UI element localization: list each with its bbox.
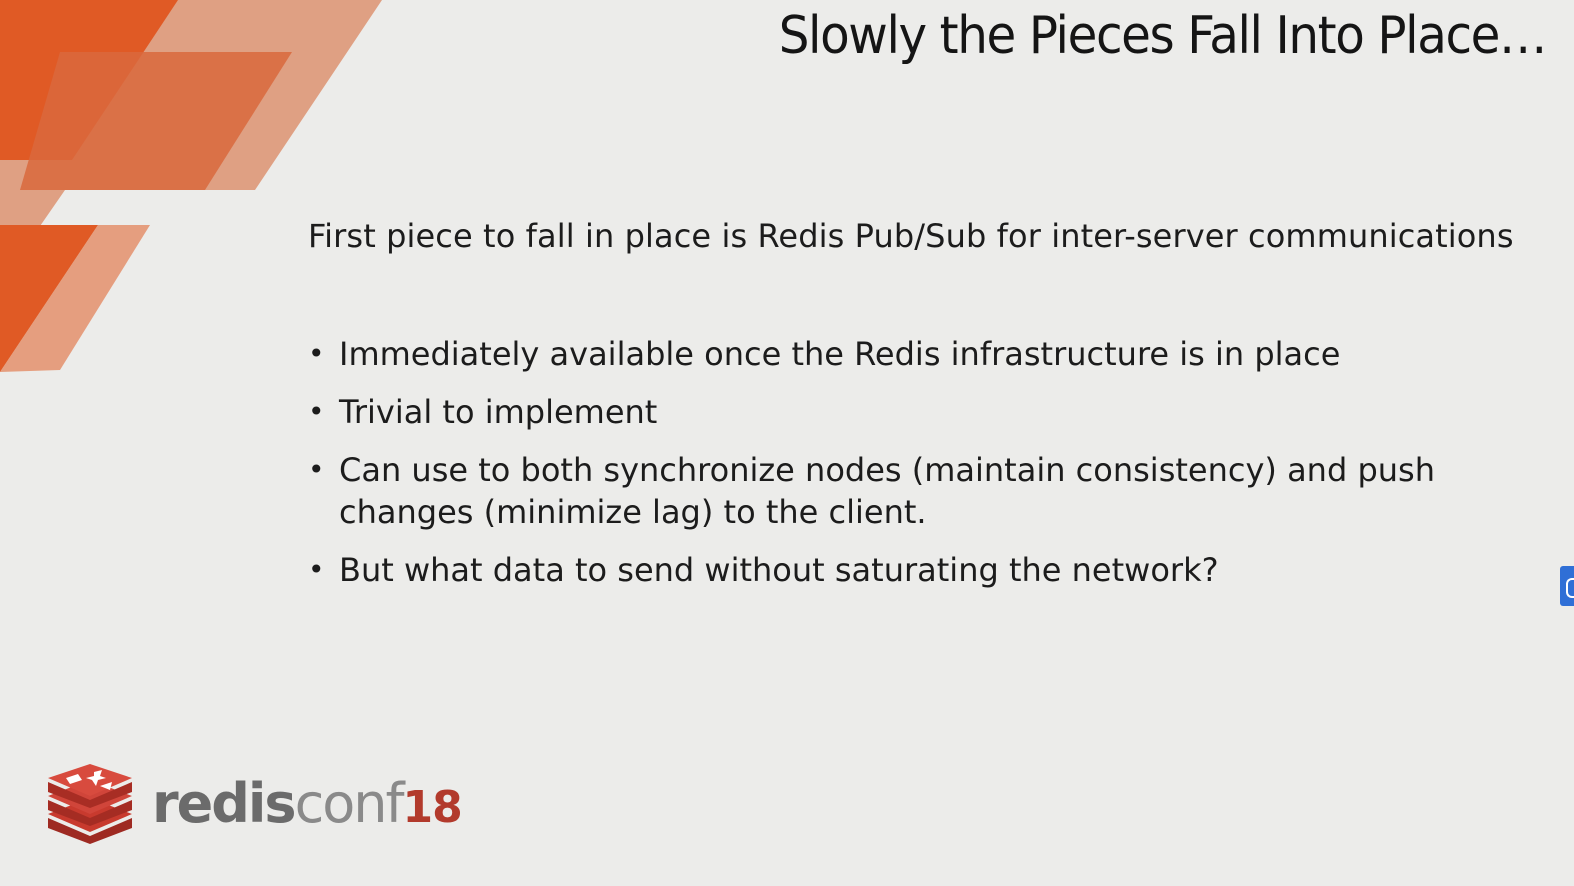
bullet-dot-icon: • [308, 553, 325, 586]
bullet-dot-icon: • [308, 337, 325, 370]
bullet-item: • But what data to send without saturati… [308, 549, 1538, 591]
redis-cube-icon [48, 764, 132, 844]
logo-conf-text: conf [294, 772, 405, 835]
bullet-item: • Trivial to implement [308, 391, 1538, 433]
edge-widget-icon [1566, 578, 1574, 598]
bullet-item: • Immediately available once the Redis i… [308, 333, 1538, 375]
slide-content: First piece to fall in place is Redis Pu… [308, 216, 1538, 607]
logo-redis-text: redis [152, 772, 297, 835]
bullet-list: • Immediately available once the Redis i… [308, 333, 1538, 591]
intro-text: First piece to fall in place is Redis Pu… [308, 217, 1514, 255]
edge-widget-tab[interactable] [1560, 566, 1574, 606]
logo-year-text: 18 [402, 782, 463, 833]
redisconf-logo: redisconf18 [44, 764, 463, 844]
bullet-text: Immediately available once the Redis inf… [339, 335, 1341, 373]
logo-wordmark: redisconf18 [152, 777, 463, 833]
bullet-text: Trivial to implement [339, 393, 658, 431]
slide: Slowly the Pieces Fall Into Place… First… [0, 0, 1574, 886]
bullet-text: Can use to both synchronize nodes (maint… [339, 451, 1435, 531]
slide-title: Slowly the Pieces Fall Into Place… [778, 6, 1548, 66]
bullet-dot-icon: • [308, 453, 325, 486]
bullet-text: But what data to send without saturating… [339, 551, 1219, 589]
bullet-dot-icon: • [308, 395, 325, 428]
bullet-item: • Can use to both synchronize nodes (mai… [308, 449, 1538, 533]
